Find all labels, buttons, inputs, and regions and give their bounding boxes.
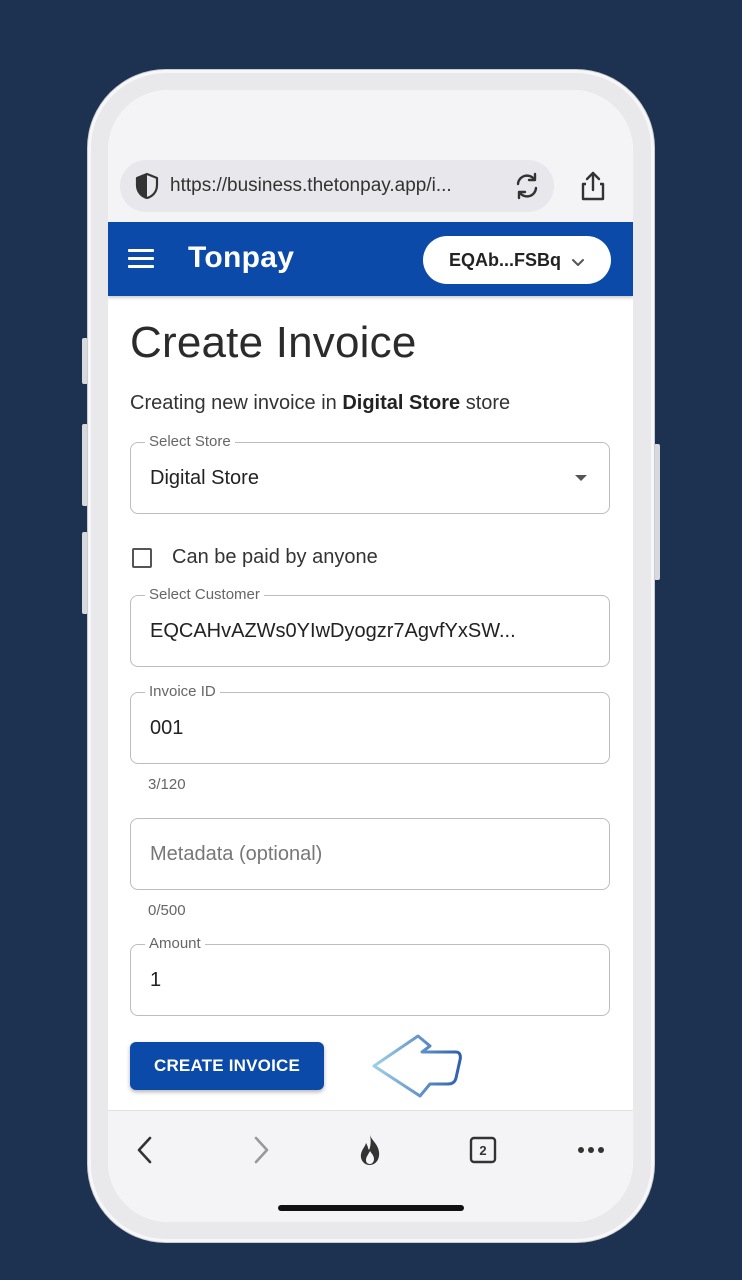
metadata-field[interactable]: Metadata (optional) [130,818,610,890]
select-store-label: Select Store [145,433,235,450]
invoice-id-value: 001 [150,717,184,739]
hamburger-menu-icon[interactable] [128,249,154,269]
select-store-value: Digital Store [150,467,259,489]
tabs-count: 2 [479,1142,487,1158]
fire-icon[interactable] [353,1133,387,1167]
paid-by-anyone-checkbox-row[interactable]: Can be paid by anyone [132,546,378,569]
amount-field[interactable]: Amount 1 [130,935,610,1016]
select-customer-value: EQCAHvAZWs0YIwDyogzr7AgvfYxSW... [150,620,516,642]
url-text: https://business.thetonpay.app/i... [170,175,452,196]
browser-toolbar: https://business.thetonpay.app/i... [108,90,633,222]
phone-side-button-power [654,444,660,580]
select-customer-label: Select Customer [145,586,264,603]
amount-value: 1 [150,969,162,991]
wallet-address: EQAb...FSBq [449,249,561,270]
tabs-icon[interactable]: 2 [466,1133,500,1167]
select-store-field[interactable]: Select Store Digital Store [130,433,610,514]
subtitle-suffix: store [460,392,511,414]
metadata-counter: 0/500 [148,902,186,919]
chevron-down-icon [571,255,585,266]
invoice-id-counter: 3/120 [148,776,186,793]
invoice-id-field[interactable]: Invoice ID 001 [130,683,610,764]
page-subtitle: Creating new invoice in Digital Store st… [130,392,510,415]
metadata-placeholder: Metadata (optional) [150,843,323,865]
paid-by-anyone-checkbox[interactable] [132,547,152,568]
invoice-id-label: Invoice ID [145,683,220,700]
chevron-left-icon[interactable] [128,1133,162,1167]
pointer-hand-icon [370,1032,464,1100]
more-dots-icon[interactable] [574,1133,608,1167]
app-bar: Tonpay EQAb...FSBq [108,222,633,296]
reload-icon[interactable] [512,171,542,201]
dropdown-caret-icon [575,475,587,481]
shield-icon [132,171,162,201]
address-bar[interactable]: https://business.thetonpay.app/i... [120,160,554,212]
subtitle-prefix: Creating new invoice in [130,392,343,414]
select-customer-field[interactable]: Select Customer EQCAHvAZWs0YIwDyogzr7Agv… [130,586,610,667]
page-title: Create Invoice [130,318,417,367]
phone-screen: https://business.thetonpay.app/i... Tonp [108,90,633,1222]
subtitle-store-name: Digital Store [342,392,461,414]
browser-bottom-bar: 2 [108,1110,633,1222]
chevron-right-icon[interactable] [244,1133,278,1167]
wallet-address-button[interactable]: EQAb...FSBq [423,236,611,284]
paid-by-anyone-label: Can be paid by anyone [172,546,378,568]
brand-logo: Tonpay [188,241,295,274]
home-indicator[interactable] [278,1205,464,1211]
share-icon[interactable] [578,170,608,202]
create-invoice-button[interactable]: CREATE INVOICE [130,1042,324,1090]
amount-label: Amount [145,935,205,952]
